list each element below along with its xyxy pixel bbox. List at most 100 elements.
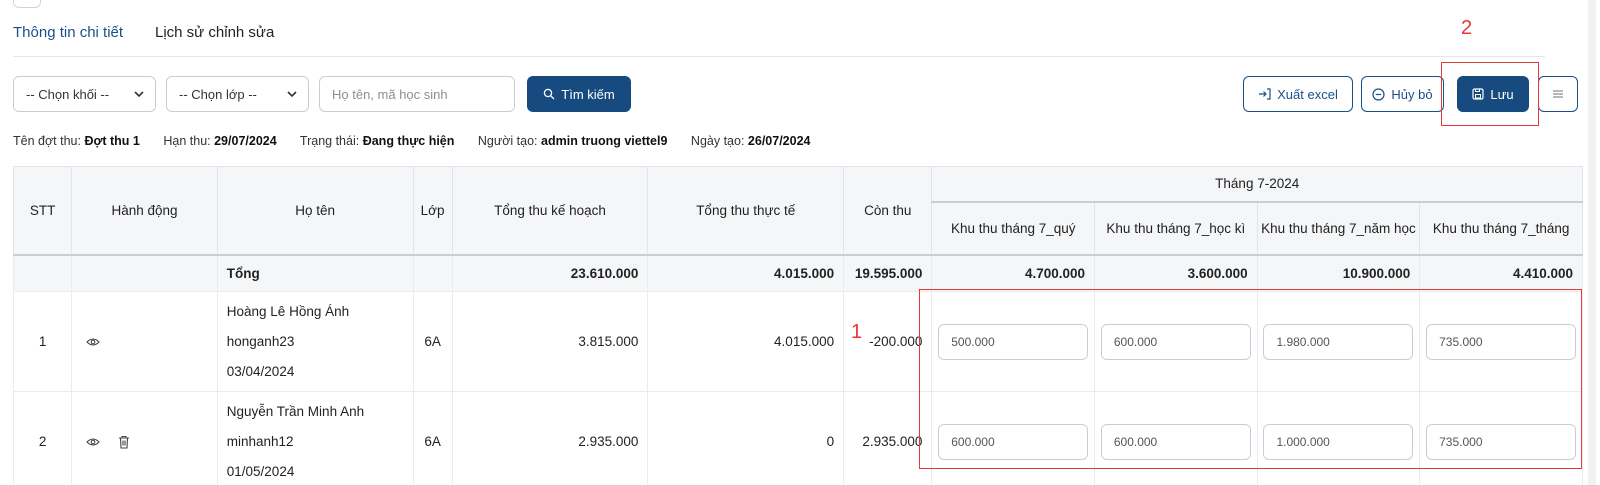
row-planned: 2.935.000 (451, 391, 649, 485)
fee-month-input[interactable]: 735.000 (1426, 423, 1577, 460)
fee-semester-input[interactable]: 600.000 (1100, 323, 1251, 360)
deadline-value: 29/07/2024 (214, 134, 277, 148)
header-action: Hành động (71, 166, 218, 256)
eye-icon[interactable] (86, 337, 100, 347)
status-label: Trạng thái: (299, 134, 360, 148)
row-student: Nguyễn Trần Minh Anh minhanh12 01/05/202… (216, 391, 414, 485)
search-input[interactable] (319, 76, 515, 112)
class-select-value: -- Chọn lớp -- (179, 86, 257, 102)
row-actions (71, 391, 218, 485)
search-icon (544, 88, 555, 100)
row-planned: 3.815.000 (451, 291, 649, 392)
chevron-down-icon (287, 91, 297, 98)
fee-semester-input[interactable]: 600.000 (1100, 423, 1251, 460)
fee-quarter-input[interactable]: 600.000 (938, 423, 1089, 460)
grade-select-value: -- Chọn khối -- (26, 86, 110, 102)
header-name: Họ tên (216, 166, 414, 256)
fee-table: STT Hành động Họ tên Lớp Tổng thu kế hoạ… (12, 166, 1583, 485)
row-remaining: 2.935.000 (843, 391, 933, 485)
cancel-label: Hủy bỏ (1391, 86, 1433, 102)
chevron-down-icon (134, 91, 144, 98)
tab-details[interactable]: Thông tin chi tiết (13, 24, 123, 41)
fee-quarter-input[interactable]: 500.000 (938, 323, 1089, 360)
table-row: 2 Nguyễn Trần Minh Anh minhanh12 01/05/2… (12, 391, 1583, 485)
cancel-button[interactable]: Hủy bỏ (1361, 76, 1444, 112)
eye-icon[interactable] (86, 437, 100, 447)
annotation-2: 2 (1461, 17, 1473, 39)
class-select[interactable]: -- Chọn lớp -- (166, 76, 309, 112)
export-icon (1259, 88, 1271, 100)
header-class: Lớp (412, 166, 453, 256)
minus-circle-icon (1372, 87, 1385, 101)
total-fee-month: 4.410.000 (1419, 254, 1583, 292)
annotation-1: 1 (851, 321, 863, 343)
fee-year-input[interactable]: 1.980.000 (1263, 323, 1414, 360)
row-fee-month: 735.000 (1419, 291, 1583, 392)
row-stt: 2 (12, 391, 73, 485)
total-fee-quarter: 4.700.000 (931, 254, 1096, 292)
creator-value: admin truong viettel9 (541, 134, 668, 148)
deadline-label: Hạn thu: (163, 134, 211, 148)
table-row: 1 Hoàng Lê Hồng Ánh honganh23 03/04/2024… (12, 291, 1583, 392)
tab-bar: Thông tin chi tiết Lịch sử chỉnh sửa (13, 22, 1545, 57)
header-month-group: Tháng 7-2024 (931, 166, 1583, 203)
header-stt: STT (12, 166, 73, 256)
student-code: minhanh12 (226, 433, 294, 449)
row-actual: 4.015.000 (647, 291, 845, 392)
grade-select[interactable]: -- Chọn khối -- (13, 76, 156, 112)
row-student: Hoàng Lê Hồng Ánh honganh23 03/04/2024 (216, 291, 414, 392)
period-label: Tên đợt thu: (13, 134, 81, 148)
row-fee-quarter: 500.000 (931, 291, 1096, 392)
student-name: Hoàng Lê Hồng Ánh (226, 303, 350, 319)
collection-info: Tên đợt thu: Đợt thu 1 Hạn thu: 29/07/20… (13, 134, 830, 148)
search-button[interactable]: Tìm kiếm (527, 76, 631, 112)
total-fee-year: 10.900.000 (1256, 254, 1421, 292)
tab-history[interactable]: Lịch sử chỉnh sửa (155, 24, 274, 41)
total-remaining: 19.595.000 (843, 254, 933, 292)
save-label: Lưu (1490, 86, 1514, 102)
fee-year-input[interactable]: 1.000.000 (1263, 423, 1414, 460)
collapse-handle[interactable] (13, 0, 41, 8)
row-fee-year: 1.000.000 (1256, 391, 1421, 485)
row-fee-semester: 600.000 (1094, 391, 1258, 485)
row-actions (71, 291, 218, 392)
student-name: Nguyễn Trần Minh Anh (226, 403, 365, 419)
save-icon (1472, 88, 1485, 100)
header-actual: Tổng thu thực tế (647, 166, 845, 256)
student-code: honganh23 (226, 333, 295, 349)
row-fee-month: 735.000 (1419, 391, 1583, 485)
row-class: 6A (412, 391, 453, 485)
total-planned: 23.610.000 (451, 254, 649, 292)
created-value: 26/07/2024 (747, 134, 811, 148)
scrollbar[interactable] (1588, 0, 1596, 485)
total-row: Tổng 23.610.000 4.015.000 19.595.000 4.7… (12, 254, 1583, 292)
period-value: Đợt thu 1 (84, 134, 140, 148)
row-fee-semester: 600.000 (1094, 291, 1258, 392)
created-label: Ngày tạo: (690, 134, 745, 148)
header-planned: Tổng thu kế hoạch (451, 166, 649, 256)
student-dob: 01/05/2024 (226, 463, 295, 479)
row-stt: 1 (12, 291, 73, 392)
save-button[interactable]: Lưu (1457, 76, 1529, 112)
menu-icon (1553, 90, 1563, 98)
row-fee-year: 1.980.000 (1256, 291, 1421, 392)
export-excel-button[interactable]: Xuất excel (1243, 76, 1353, 112)
total-fee-semester: 3.600.000 (1094, 254, 1258, 292)
total-actual: 4.015.000 (647, 254, 845, 292)
header-remaining: Còn thu (843, 166, 933, 256)
total-label: Tổng (216, 254, 414, 292)
menu-button[interactable] (1538, 76, 1578, 112)
header-fee-year: Khu thu tháng 7_năm học (1256, 201, 1421, 256)
header-fee-quarter: Khu thu tháng 7_quý (931, 201, 1096, 256)
header-fee-month: Khu thu tháng 7_tháng (1419, 201, 1583, 256)
row-actual: 0 (647, 391, 845, 485)
export-excel-label: Xuất excel (1277, 86, 1338, 102)
trash-icon[interactable] (118, 435, 130, 449)
row-class: 6A (412, 291, 453, 392)
row-fee-quarter: 600.000 (931, 391, 1096, 485)
status-value: Đang thực hiện (362, 134, 455, 148)
header-fee-semester: Khu thu tháng 7_học kì (1094, 201, 1258, 256)
search-button-label: Tìm kiếm (561, 86, 615, 102)
fee-month-input[interactable]: 735.000 (1426, 323, 1577, 360)
creator-label: Người tạo: (477, 134, 538, 148)
